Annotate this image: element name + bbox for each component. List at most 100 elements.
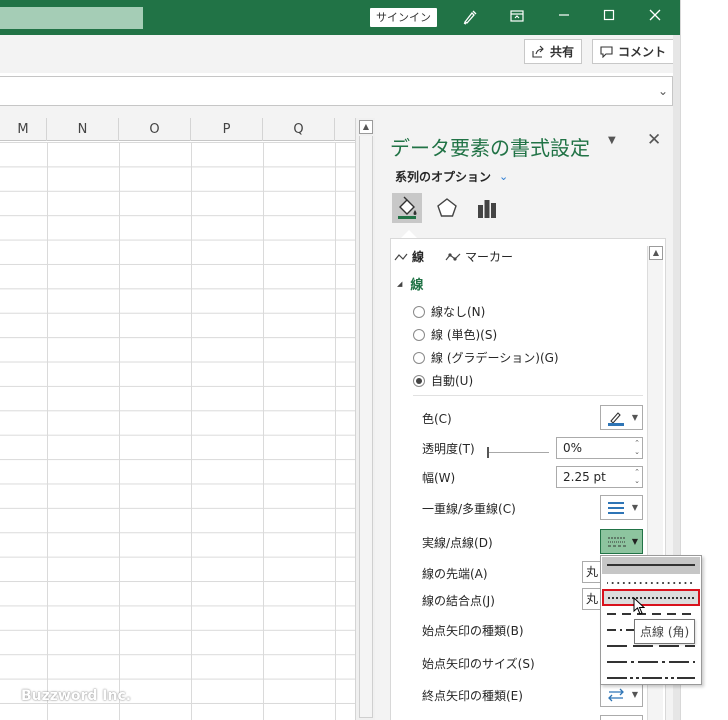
tab-line-label: 線: [412, 250, 425, 264]
line-section-header[interactable]: ◢ 線: [397, 274, 423, 293]
radio-circle[interactable]: [413, 305, 425, 318]
radio-label: 線 (単色)(S): [431, 328, 498, 342]
ribbon: 共有 コメント: [0, 35, 680, 73]
tab-marker-label: マーカー: [465, 250, 514, 264]
dash-item-square-dot[interactable]: [602, 589, 700, 606]
section-title: 線: [410, 278, 424, 293]
radio-no-line[interactable]: 線なし(N): [413, 303, 485, 320]
band: [0, 106, 680, 118]
end-arrow-type-label: 終点矢印の種類(E): [422, 689, 523, 703]
formula-bar[interactable]: ⌄: [0, 76, 673, 106]
begin-arrow-type-label: 始点矢印の種類(B): [422, 624, 524, 638]
radio-solid-line[interactable]: 線 (単色)(S): [413, 326, 497, 343]
radio-label: 線 (グラデーション)(G): [431, 351, 559, 365]
fill-line-icon[interactable]: [392, 193, 422, 223]
close-window-icon[interactable]: [643, 6, 667, 28]
category-tabs: [392, 193, 502, 223]
dash-type-label: 実線/点線(D): [422, 536, 493, 550]
column-header-row: M N O P Q: [0, 118, 355, 141]
dash-item-long-dash-dot-dot[interactable]: [602, 670, 700, 687]
line-chart-icon: [394, 253, 408, 260]
pane-title: データ要素の書式設定: [390, 136, 590, 160]
color-label: 色(C): [422, 412, 452, 426]
radio-gradient-line[interactable]: 線 (グラデーション)(G): [413, 349, 559, 366]
transparency-input[interactable]: 0% ⌃ ⌄: [556, 437, 643, 459]
series-options-label: 系列のオプション: [395, 170, 492, 184]
dash-lines-icon: [608, 537, 626, 546]
transparency-slider[interactable]: [487, 447, 549, 459]
column-header-o[interactable]: O: [119, 118, 191, 141]
dropdown-arrow-icon: ▼: [631, 503, 638, 512]
transparency-value: 0%: [563, 441, 583, 455]
radio-label: 線なし(N): [431, 305, 486, 319]
series-options-bars-icon[interactable]: [472, 193, 502, 223]
sheet-vertical-scrollbar[interactable]: ▲: [355, 118, 375, 720]
pane-scroll-up-icon[interactable]: ▲: [649, 246, 663, 260]
ribbon-display-icon[interactable]: [505, 6, 529, 28]
dash-type-button[interactable]: ▼: [600, 529, 643, 554]
expand-formula-icon[interactable]: ⌄: [658, 84, 668, 98]
scroll-up-icon[interactable]: ▲: [359, 120, 373, 134]
active-tab-pointer: [401, 230, 417, 238]
spin-arrows-icon[interactable]: ⌃ ⌄: [634, 439, 640, 457]
radio-circle[interactable]: [413, 328, 425, 341]
collapse-triangle-icon: ◢: [397, 279, 403, 288]
end-arrow-size-button[interactable]: [600, 715, 643, 720]
sign-in-button[interactable]: サインイン: [370, 8, 437, 27]
share-icon: [532, 45, 544, 58]
tab-line[interactable]: 線: [394, 248, 424, 265]
compound-lines-icon: [608, 501, 624, 514]
search-box[interactable]: [0, 7, 143, 29]
cell-grid[interactable]: [0, 142, 355, 720]
radio-circle-selected[interactable]: [413, 374, 425, 387]
tab-marker[interactable]: マーカー: [445, 248, 513, 265]
radio-automatic[interactable]: 自動(U): [413, 372, 473, 389]
share-label: 共有: [550, 45, 575, 59]
dropdown-arrow-icon: ▼: [631, 537, 638, 546]
title-bar: サインイン: [0, 0, 680, 35]
comment-button[interactable]: コメント: [592, 39, 675, 64]
series-options-dropdown[interactable]: 系列のオプション ⌄: [395, 168, 508, 185]
scroll-track[interactable]: [359, 136, 373, 718]
designer-pen-icon[interactable]: [458, 6, 482, 28]
width-input[interactable]: 2.25 pt ⌃ ⌄: [556, 466, 643, 488]
cap-type-label: 線の先端(A): [422, 567, 488, 581]
effects-pentagon-icon[interactable]: [432, 193, 462, 223]
spin-arrows-icon[interactable]: ⌃ ⌄: [634, 468, 640, 486]
minimize-icon[interactable]: [552, 6, 576, 28]
width-value: 2.25 pt: [563, 470, 606, 484]
watermark: Buzzword Inc.: [21, 688, 132, 704]
cap-type-select[interactable]: 丸: [582, 561, 602, 583]
arrow-lines-icon: [608, 688, 624, 701]
share-button[interactable]: 共有: [524, 39, 583, 64]
color-picker-button[interactable]: ▼: [600, 405, 643, 430]
comment-label: コメント: [618, 45, 667, 59]
radio-circle[interactable]: [413, 351, 425, 364]
dash-type-tooltip: 点線 (角): [634, 619, 696, 644]
column-header-m[interactable]: M: [0, 118, 47, 141]
compound-type-label: 一重線/多重線(C): [422, 502, 516, 516]
slider-track: [489, 452, 549, 453]
begin-arrow-size-label: 始点矢印のサイズ(S): [422, 657, 535, 671]
column-header-p[interactable]: P: [191, 118, 263, 141]
dropdown-arrow-icon: ▼: [631, 413, 638, 422]
dash-item-long-dash-dot[interactable]: [602, 654, 700, 671]
pane-close-icon[interactable]: ✕: [647, 130, 661, 150]
mouse-pointer-icon: [633, 597, 645, 615]
dash-item-solid[interactable]: [602, 557, 700, 574]
transparency-label: 透明度(T): [422, 442, 475, 456]
pane-options-icon[interactable]: ▼: [608, 135, 616, 146]
join-type-label: 線の結合点(J): [422, 594, 495, 608]
maximize-icon[interactable]: [597, 6, 621, 28]
comment-icon: [600, 46, 613, 58]
compound-type-button[interactable]: ▼: [600, 495, 643, 520]
width-label: 幅(W): [422, 471, 456, 485]
column-header-n[interactable]: N: [47, 118, 119, 141]
dropdown-arrow-icon: ▼: [631, 690, 638, 699]
join-type-select[interactable]: 丸: [582, 588, 602, 610]
chevron-down-icon: ⌄: [499, 170, 509, 183]
pen-color-icon: [608, 411, 624, 426]
column-header-q[interactable]: Q: [263, 118, 335, 141]
radio-label: 自動(U): [431, 374, 474, 388]
marker-line-icon: [445, 252, 461, 261]
